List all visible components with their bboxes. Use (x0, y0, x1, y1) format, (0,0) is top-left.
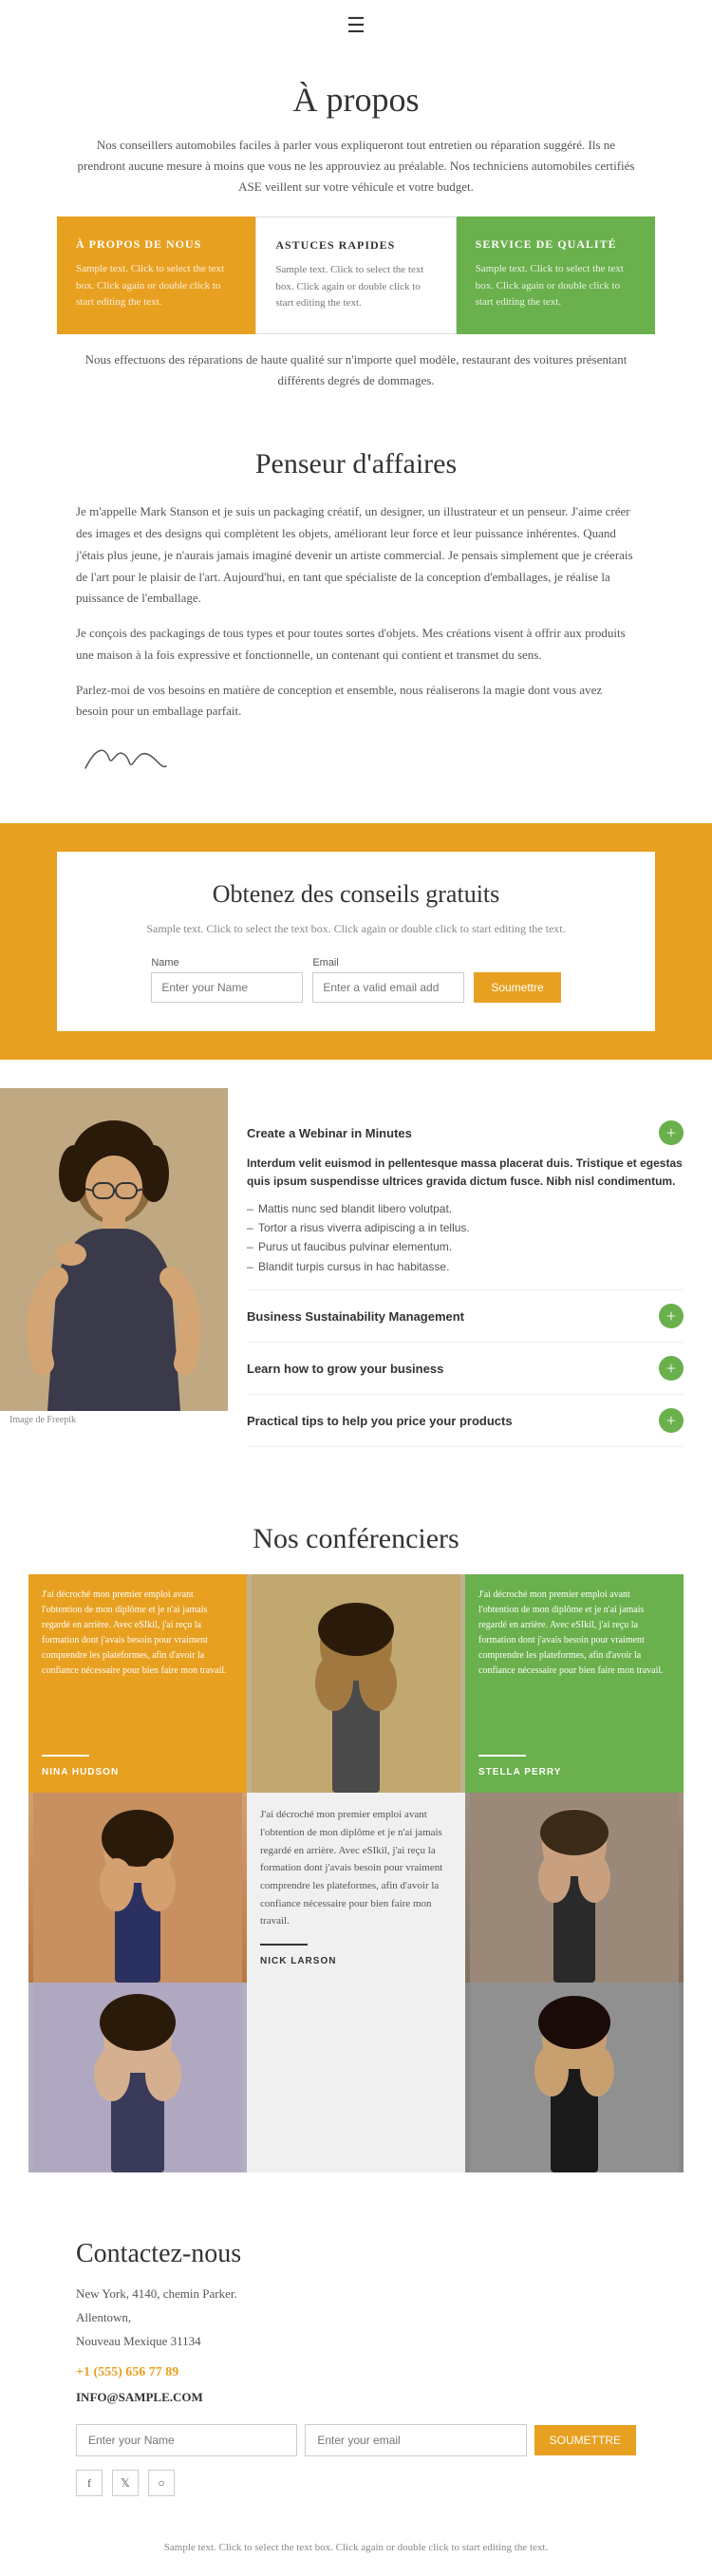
contact-address-1: New York, 4140, chemin Parker. (76, 2283, 636, 2306)
tips-section: Obtenez des conseils gratuits Sample tex… (0, 823, 712, 1060)
feature-item-1-body: Interdum velit euismod in pellentesque m… (247, 1145, 684, 1276)
about-title: À propos (76, 80, 636, 120)
speaker-center-card: J'ai décroché mon premier emploi avant l… (247, 1574, 465, 1983)
stella-quote: J'ai décroché mon premier emploi avant l… (478, 1588, 670, 1679)
tips-email-field: Email (312, 957, 464, 1003)
card-tips: ASTUCES RAPIDES Sample text. Click to se… (255, 216, 456, 334)
contact-email-input[interactable] (305, 2424, 526, 2456)
feature-person-image (0, 1088, 228, 1411)
instagram-icon[interactable]: ○ (148, 2470, 175, 2496)
feature-item-3: Learn how to grow your business + (247, 1343, 684, 1395)
speaker-woman-left (28, 1983, 247, 2172)
tips-submit-button[interactable]: Soumettre (474, 972, 560, 1003)
tips-subtitle: Sample text. Click to select the text bo… (95, 920, 617, 938)
feature-item-3-plus[interactable]: + (659, 1356, 684, 1381)
speaker-empty-center (247, 1983, 465, 2172)
bullet-1: Mattis nunc sed blandit libero volutpat. (247, 1199, 684, 1218)
contact-email[interactable]: INFO@SAMPLE.COM (76, 2386, 636, 2410)
feature-section: Image de Freepik Create a Webinar in Min… (0, 1060, 712, 1495)
feature-item-1-title: Create a Webinar in Minutes (247, 1126, 412, 1140)
contact-name-input[interactable] (76, 2424, 297, 2456)
business-title: Penseur d'affaires (76, 448, 636, 480)
contact-phone[interactable]: +1 (555) 656 77 89 (76, 2360, 636, 2386)
card-1-text: Sample text. Click to select the text bo… (76, 261, 236, 311)
card-3-text: Sample text. Click to select the text bo… (476, 261, 636, 311)
feature-list: Create a Webinar in Minutes + Interdum v… (228, 1088, 712, 1466)
feature-image-caption: Image de Freepik (0, 1415, 228, 1425)
about-section: À propos Nos conseillers automobiles fac… (0, 51, 712, 216)
nick-quote-container: J'ai décroché mon premier emploi avant l… (247, 1793, 465, 1944)
facebook-icon[interactable]: f (76, 2470, 103, 2496)
card-quality: SERVICE DE QUALITÉ Sample text. Click to… (457, 216, 655, 334)
twitter-icon[interactable]: 𝕏 (112, 2470, 139, 2496)
bullet-2: Tortor a risus viverra adipiscing a in t… (247, 1218, 684, 1237)
card-1-title: À PROPOS DE NOUS (76, 237, 236, 252)
about-bottom: Nous effectuons des réparations de haute… (0, 334, 712, 420)
contact-section: Contactez-nous New York, 4140, chemin Pa… (0, 2201, 712, 2525)
tips-name-input[interactable] (151, 972, 303, 1003)
contact-address-3: Nouveau Mexique 31134 (76, 2330, 636, 2354)
speaker-woman-right (465, 1983, 684, 2172)
business-para3: Parlez-moi de vos besoins en matière de … (76, 680, 636, 724)
nick-name: NICK LARSON (260, 1956, 336, 1966)
feature-item-2-title: Business Sustainability Management (247, 1309, 464, 1324)
feature-image-container: Image de Freepik (0, 1088, 228, 1466)
tips-form: Name Email Soumettre (95, 957, 617, 1003)
bullet-4: Blandit turpis cursus in hac habitasse. (247, 1257, 684, 1276)
hamburger-menu[interactable]: ☰ (0, 0, 712, 51)
stella-name: STELLA PERRY (478, 1767, 561, 1777)
contact-info: New York, 4140, chemin Parker. Allentown… (76, 2283, 636, 2409)
nina-name: NINA HUDSON (42, 1767, 119, 1777)
card-2-text: Sample text. Click to select the text bo… (275, 262, 436, 312)
speakers-title: Nos conférenciers (28, 1523, 684, 1555)
feature-item-1: Create a Webinar in Minutes + Interdum v… (247, 1107, 684, 1290)
feature-item-2: Business Sustainability Management + (247, 1290, 684, 1343)
speakers-section: Nos conférenciers J'ai décroché mon prem… (0, 1495, 712, 2201)
tips-inner: Obtenez des conseils gratuits Sample tex… (57, 852, 655, 1031)
speakers-grid-row1: J'ai décroché mon premier emploi avant l… (28, 1574, 684, 1983)
tips-name-field: Name (151, 957, 303, 1003)
feature-item-3-header[interactable]: Learn how to grow your business + (247, 1356, 684, 1381)
business-para2: Je conçois des packagings de tous types … (76, 623, 636, 667)
feature-item-1-lead: Interdum velit euismod in pellentesque m… (247, 1155, 684, 1191)
social-icons: f 𝕏 ○ (76, 2470, 636, 2496)
business-section: Penseur d'affaires Je m'appelle Mark Sta… (0, 420, 712, 823)
feature-item-3-title: Learn how to grow your business (247, 1362, 443, 1376)
footer-sample-text: Sample text. Click to select the text bo… (76, 2540, 636, 2557)
cards-row: À PROPOS DE NOUS Sample text. Click to s… (57, 216, 655, 334)
feature-item-4-header[interactable]: Practical tips to help you price your pr… (247, 1408, 684, 1433)
signature (76, 740, 636, 785)
nick-quote: J'ai décroché mon premier emploi avant l… (260, 1806, 452, 1930)
hamburger-icon: ☰ (347, 13, 365, 37)
tips-email-label: Email (312, 957, 464, 968)
card-about-us: À PROPOS DE NOUS Sample text. Click to s… (57, 216, 255, 334)
contact-form: SOUMETTRE (76, 2424, 636, 2456)
feature-item-1-plus[interactable]: + (659, 1120, 684, 1145)
tips-title: Obtenez des conseils gratuits (95, 880, 617, 909)
feature-item-1-bullets: Mattis nunc sed blandit libero volutpat.… (247, 1199, 684, 1277)
nina-quote: J'ai décroché mon premier emploi avant l… (42, 1588, 234, 1679)
feature-item-4-title: Practical tips to help you price your pr… (247, 1414, 513, 1428)
feature-item-4: Practical tips to help you price your pr… (247, 1395, 684, 1447)
footer: Sample text. Click to select the text bo… (0, 2525, 712, 2576)
business-para1: Je m'appelle Mark Stanson et je suis un … (76, 501, 636, 610)
contact-address-2: Allentown, (76, 2306, 636, 2330)
tips-email-input[interactable] (312, 972, 464, 1003)
speaker-nina-card: J'ai décroché mon premier emploi avant l… (28, 1574, 247, 1983)
speakers-grid-row2 (28, 1983, 684, 2172)
feature-item-4-plus[interactable]: + (659, 1408, 684, 1433)
tips-name-label: Name (151, 957, 303, 968)
feature-item-2-header[interactable]: Business Sustainability Management + (247, 1304, 684, 1328)
feature-item-1-header[interactable]: Create a Webinar in Minutes + (247, 1120, 684, 1145)
speaker-stella-card: J'ai décroché mon premier emploi avant l… (465, 1574, 684, 1983)
bullet-3: Purus ut faucibus pulvinar elementum. (247, 1237, 684, 1256)
card-3-title: SERVICE DE QUALITÉ (476, 237, 636, 252)
card-2-title: ASTUCES RAPIDES (275, 238, 436, 253)
about-intro: Nos conseillers automobiles faciles à pa… (76, 135, 636, 197)
contact-bottom: SOUMETTRE (76, 2424, 636, 2456)
contact-title: Contactez-nous (76, 2239, 636, 2269)
contact-submit-button[interactable]: SOUMETTRE (534, 2425, 636, 2455)
feature-item-2-plus[interactable]: + (659, 1304, 684, 1328)
